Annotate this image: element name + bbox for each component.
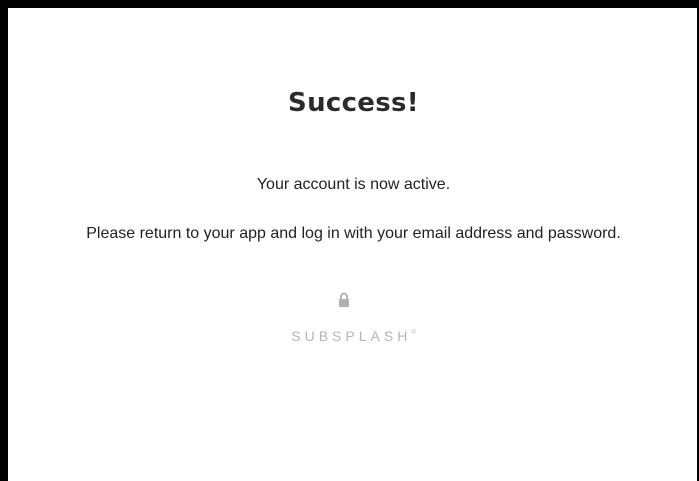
brand-name: SUBSPLASH <box>291 328 412 344</box>
success-heading: Success! <box>288 88 419 118</box>
subsplash-logo: SUBSPLASH® <box>8 328 699 344</box>
return-to-app-message: Please return to your app and log in wit… <box>86 225 621 242</box>
page-frame: Success! Your account is now active. Ple… <box>8 8 699 481</box>
registered-mark: ® <box>411 330 416 336</box>
lock-icon <box>339 292 349 307</box>
account-active-message: Your account is now active. <box>256 176 451 193</box>
